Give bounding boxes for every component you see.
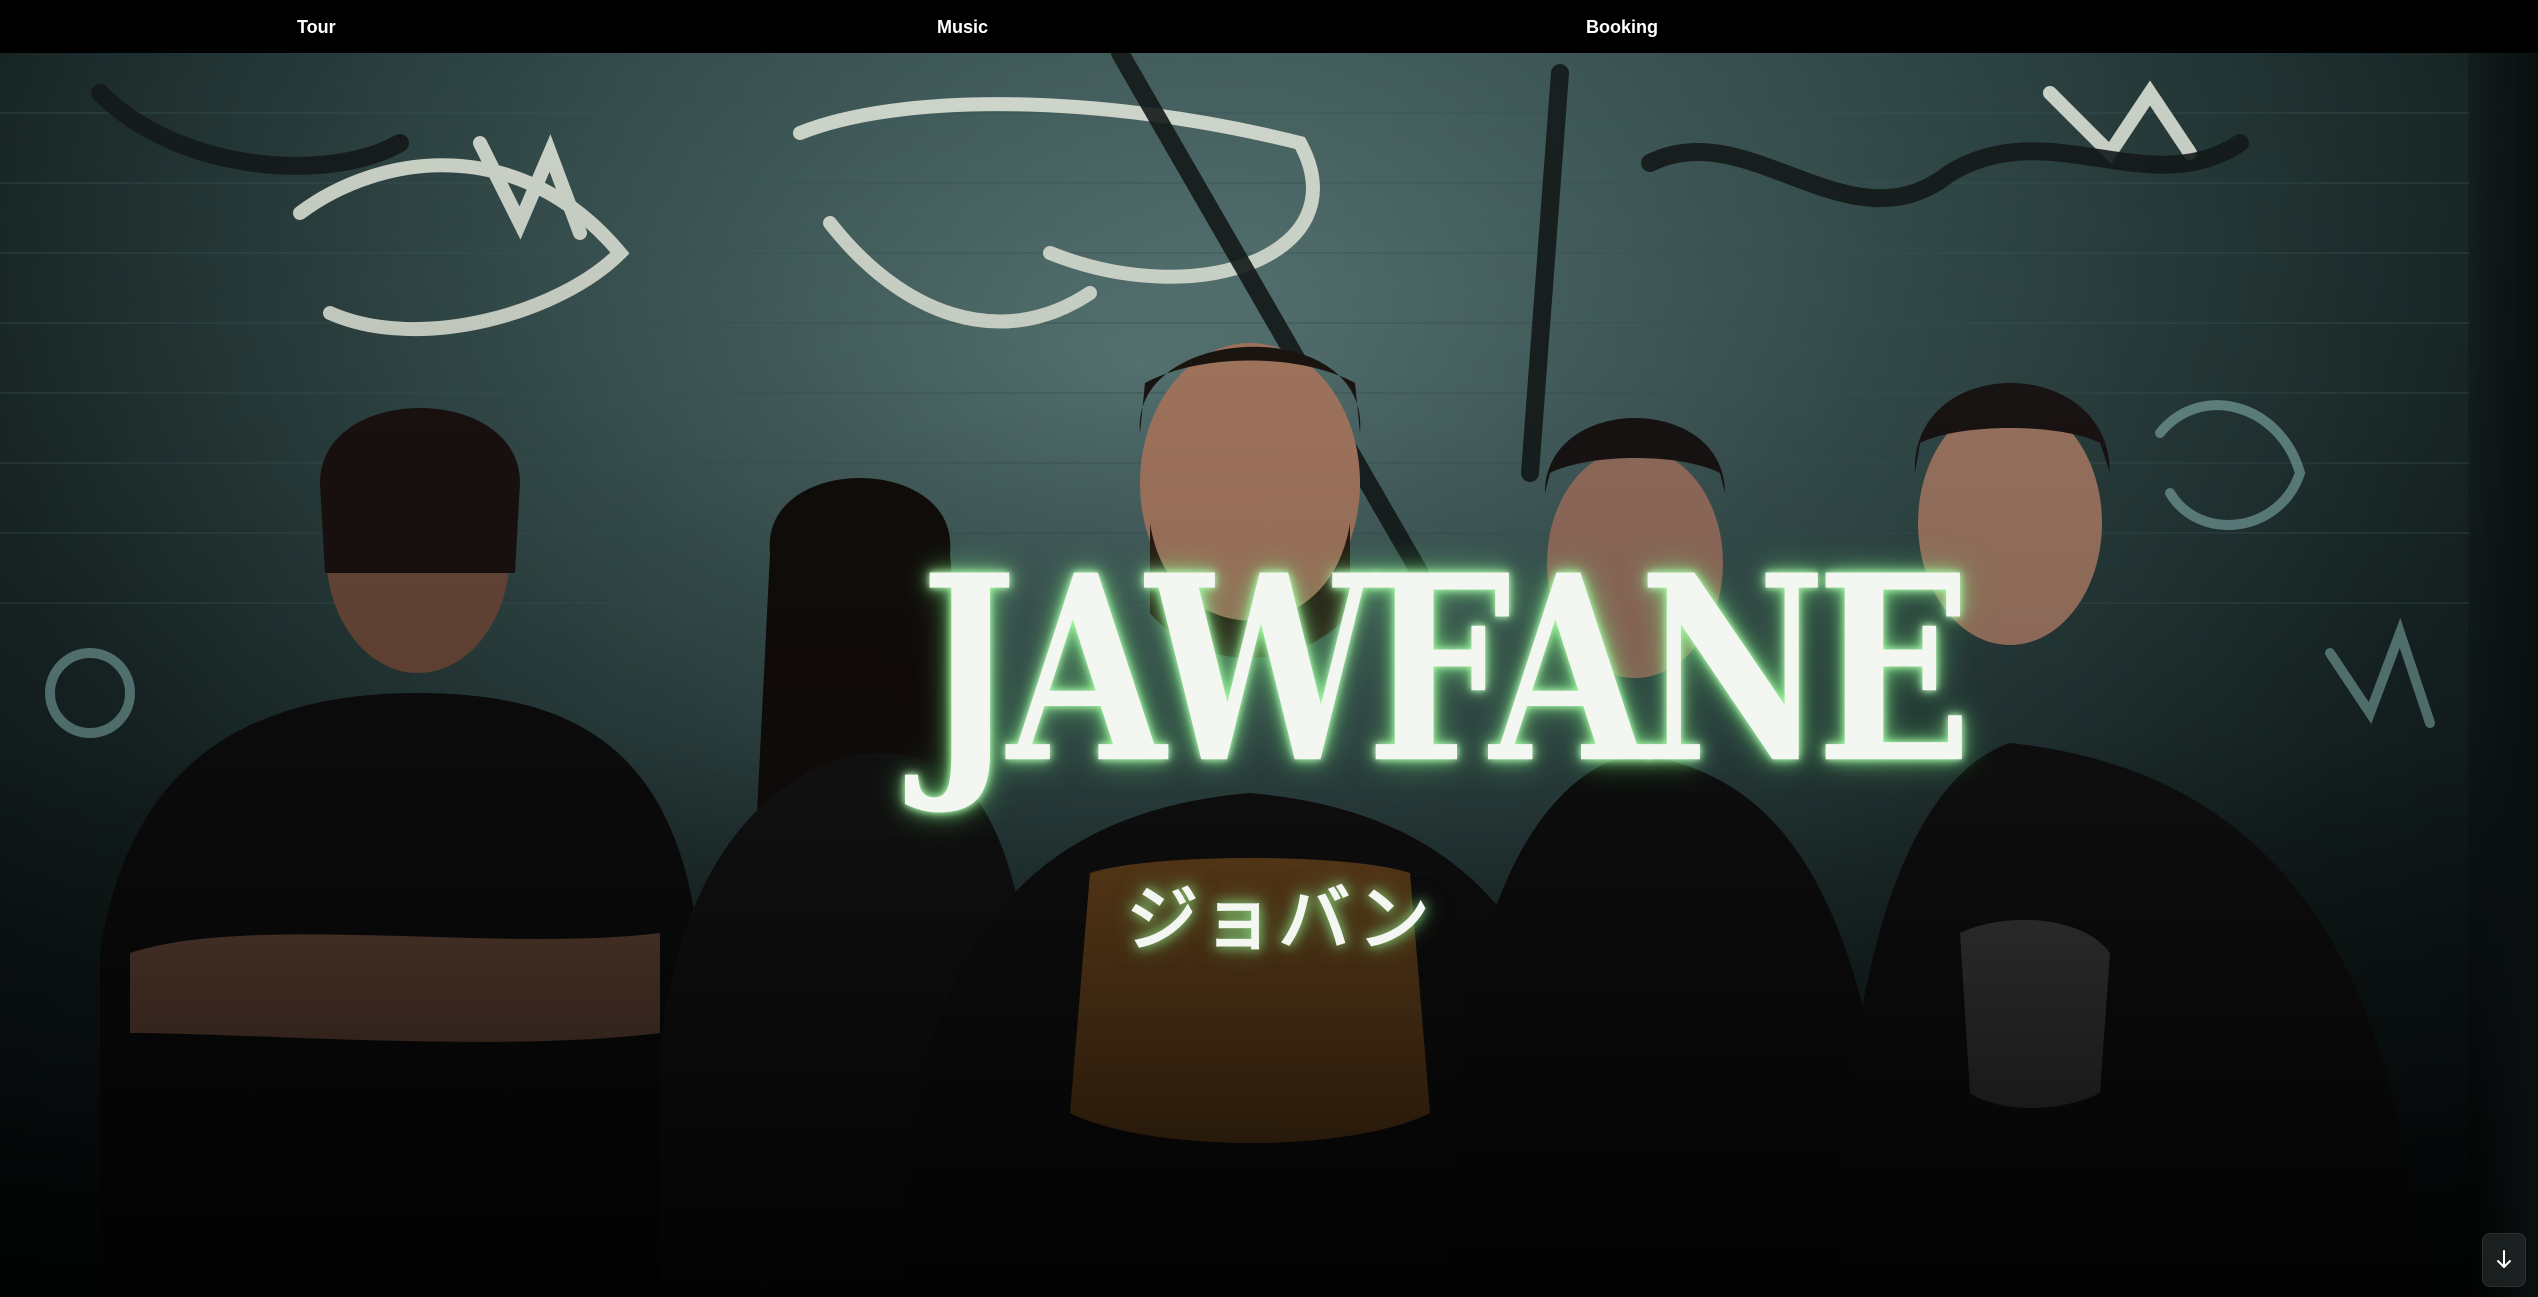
nav-link-tour[interactable]: Tour [297, 18, 336, 36]
nav-link-booking[interactable]: Booking [1586, 18, 1658, 36]
nav-link-music[interactable]: Music [937, 18, 988, 36]
band-logo: JAWFANE ジョバン [920, 513, 1972, 983]
scroll-down-button[interactable] [2482, 1233, 2526, 1287]
top-navigation: Tour Music Booking [0, 0, 2538, 53]
hero-section: JAWFANE ジョバン [0, 53, 2538, 1297]
arrow-down-icon [2497, 1250, 2511, 1268]
band-logo-text: JAWFANE [920, 520, 1972, 821]
band-logo-subtitle: ジョバン [1126, 877, 1434, 961]
photo-edge-shadow [2468, 53, 2538, 1297]
